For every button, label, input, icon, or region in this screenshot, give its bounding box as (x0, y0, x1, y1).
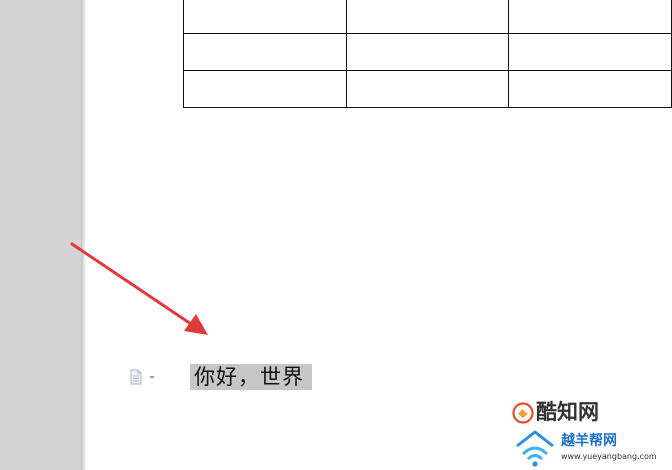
watermark-emblem-icon (512, 402, 534, 424)
watermark-text: 越羊帮网 (561, 433, 617, 449)
watermark-text: 酷知网 (536, 400, 599, 424)
watermark-logo: 酷知网 (512, 398, 662, 428)
watermark-logo: 越羊帮网 www.yueyangbang.com (513, 426, 671, 470)
wifi-house-icon (516, 430, 554, 467)
watermark-url: www.yueyangbang.com (561, 452, 657, 461)
